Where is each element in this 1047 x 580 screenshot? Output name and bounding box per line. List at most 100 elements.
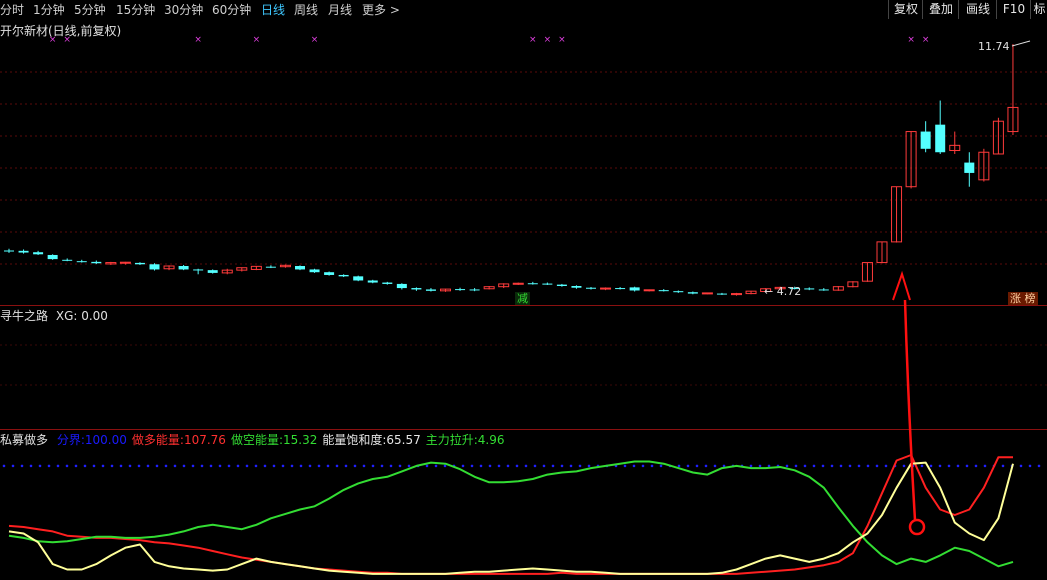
signal-marker: × [49,35,57,45]
reference-dot [632,464,636,468]
signal-marker: × [253,35,261,45]
reference-dot [857,464,861,468]
reference-dot [848,464,852,468]
reference-dot [119,464,123,468]
reference-dot [326,464,330,468]
reference-dot [353,464,357,468]
reference-dot [38,464,42,468]
candle-body-down [295,266,305,270]
candle-body-down [396,283,407,289]
reference-dot [173,464,177,468]
reference-dot [488,464,492,468]
reference-dot [182,464,186,468]
candle-body-down [149,264,160,270]
series-line-1 [8,460,1014,568]
reference-dot [929,464,933,468]
reference-dot [956,464,960,468]
reference-dot [1001,464,1005,468]
candle-body-down [556,284,567,286]
reference-dot [191,464,195,468]
reference-dot [659,464,663,468]
reference-dot [1028,464,1032,468]
series-line-2 [8,461,1014,575]
reference-dot [308,464,312,468]
candle-body-down [265,266,276,268]
reference-dot [74,464,78,468]
reference-dot [884,464,888,468]
candle-body-down [18,250,29,253]
reference-dot [245,464,249,468]
reference-dot [101,464,105,468]
candle-body-down [411,288,422,290]
reference-dot [299,464,303,468]
reference-dot [281,464,285,468]
reference-dot [236,464,240,468]
reference-dot [47,464,51,468]
reference-dot [677,464,681,468]
candle-body-down [91,261,102,264]
candle-body-down [658,290,669,292]
reference-dot [398,464,402,468]
reference-dot [938,464,942,468]
reference-dot [164,464,168,468]
reference-dot [758,464,762,468]
reference-dot [83,464,87,468]
reference-dot [1019,464,1023,468]
reference-dot [704,464,708,468]
reference-dot [209,464,213,468]
candle-body-down [455,289,466,291]
reference-dot [470,464,474,468]
reference-dot [875,464,879,468]
reference-dot [344,464,348,468]
reference-dot [524,464,528,468]
reference-dot [425,464,429,468]
reference-dot [803,464,807,468]
reference-dot [533,464,537,468]
limit-up-badge: 涨 榜 [1008,292,1038,305]
reference-dot [785,464,789,468]
reference-dot [560,464,564,468]
candle-body-down [527,283,538,285]
signal-marker: × [907,35,915,45]
reference-dot [65,464,69,468]
reference-dot [2,464,6,468]
signal-marker: × [544,35,552,45]
reference-dot [569,464,573,468]
reference-dot [587,464,591,468]
candle-body-down [716,293,727,295]
candle-body-down [76,261,87,263]
reference-dot [812,464,816,468]
reference-dot [542,464,546,468]
reference-dot [11,464,15,468]
annotation-circle [908,518,926,536]
reference-dot [335,464,339,468]
signal-marker: × [194,35,202,45]
reference-dot [479,464,483,468]
candle-body-up [600,287,612,290]
candle-body-down [935,124,946,153]
candle-body-down [804,288,815,290]
candle-body-down [193,269,204,271]
reference-dot [272,464,276,468]
reference-dot [137,464,141,468]
reference-dot [155,464,159,468]
candle-body-down [207,270,218,273]
reference-dot [434,464,438,468]
reference-dot [1037,464,1041,468]
reference-dot [920,464,924,468]
high-price-arrow [1011,40,1031,47]
reference-dot [110,464,114,468]
candle-body-down [382,282,393,284]
signal-marker: × [529,35,537,45]
candle-body-down [687,292,698,294]
reference-dot [947,464,951,468]
annotation-arrow-shaft [903,299,917,521]
reference-dot [902,464,906,468]
reference-dot [227,464,231,468]
reference-dot [821,464,825,468]
series-line-0 [8,454,1013,575]
candle-body-down [629,287,640,291]
candle-body-down [920,131,931,149]
candle-body-down [367,280,378,283]
signal-marker: × [922,35,930,45]
